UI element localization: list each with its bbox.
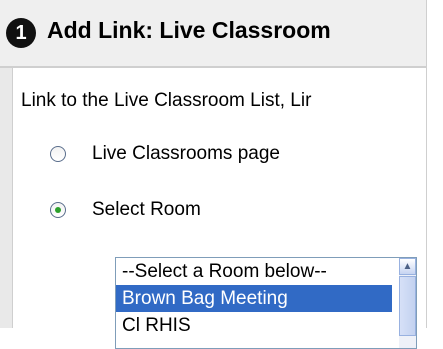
- left-border-line: [12, 68, 13, 328]
- option-label-live-classrooms-page[interactable]: Live Classrooms page: [92, 143, 280, 165]
- room-select-listbox[interactable]: --Select a Room below-- Brown Bag Meetin…: [115, 257, 417, 349]
- header-divider: [0, 66, 443, 68]
- radio-button-select-room[interactable]: [50, 202, 66, 218]
- radio-button-live-classrooms-page[interactable]: [50, 146, 66, 162]
- step-number-badge: 1: [6, 18, 36, 48]
- option-live-classrooms-page[interactable]: Live Classrooms page: [50, 143, 280, 165]
- right-margin: [427, 0, 443, 328]
- scroll-thumb[interactable]: [399, 276, 416, 336]
- room-option-partial[interactable]: Cl RHIS: [116, 312, 392, 339]
- scroll-up-arrow-icon[interactable]: ▲: [399, 258, 416, 275]
- option-label-select-room[interactable]: Select Room: [92, 199, 201, 221]
- listbox-scrollbar[interactable]: ▲: [399, 258, 416, 348]
- section-header: 1 Add Link: Live Classroom: [0, 0, 443, 66]
- left-accent-bar: [0, 68, 12, 328]
- option-select-room[interactable]: Select Room: [50, 199, 201, 221]
- intro-text: Link to the Live Classroom List, Lir: [21, 90, 312, 111]
- room-option-placeholder[interactable]: --Select a Room below--: [116, 258, 392, 285]
- room-option-brown-bag-meeting[interactable]: Brown Bag Meeting: [116, 285, 392, 312]
- section-title: Add Link: Live Classroom: [47, 17, 331, 43]
